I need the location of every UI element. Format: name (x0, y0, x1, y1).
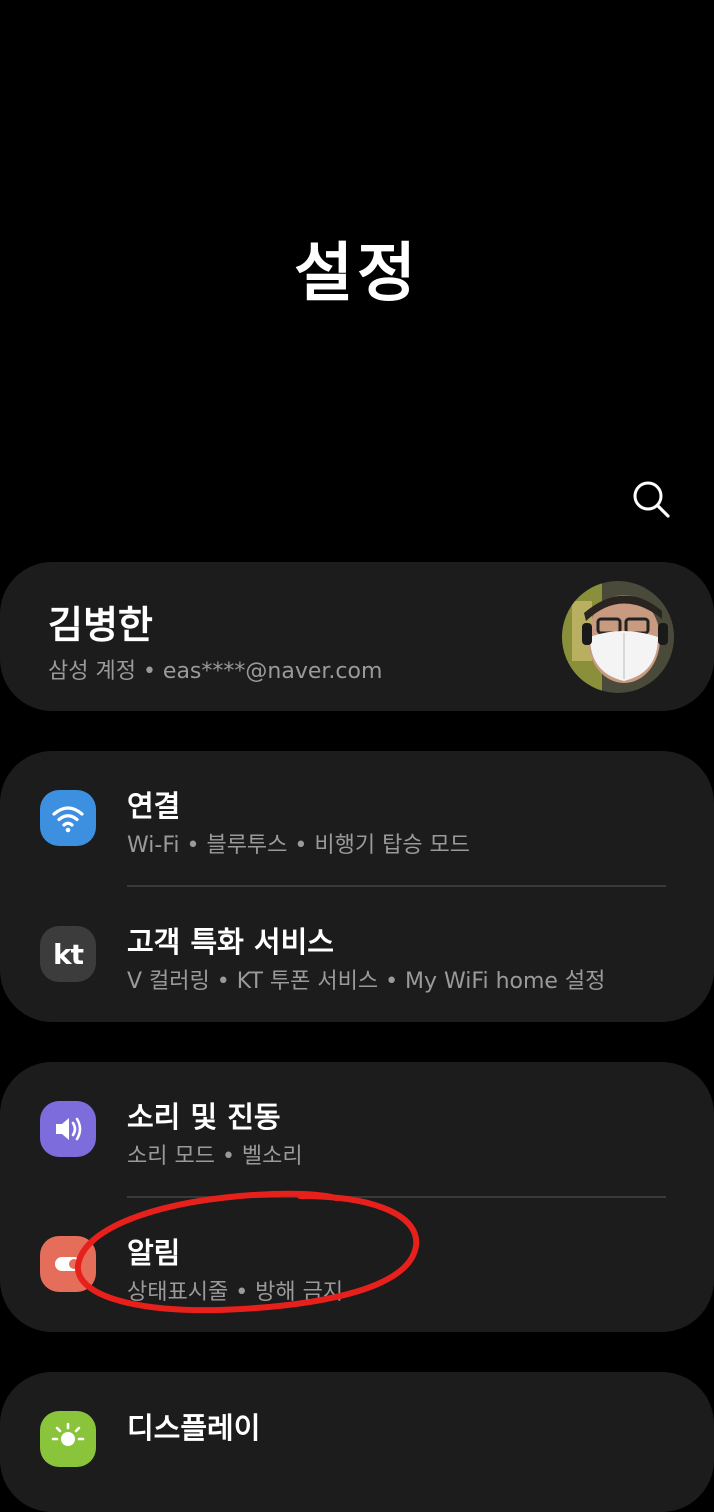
item-subtitle: 소리 모드 • 벨소리 (127, 1144, 303, 1169)
search-button[interactable] (624, 472, 678, 526)
settings-group-connections: 연결 Wi-Fi • 블루투스 • 비행기 탑승 모드 kt 고객 특화 서비스… (0, 751, 714, 1022)
item-title: 소리 및 진동 (127, 1100, 281, 1134)
item-subtitle: 상태표시줄 • 방해 금지 (127, 1280, 344, 1305)
settings-item-customer-services[interactable]: kt 고객 특화 서비스 V 컬러링 • KT 투폰 서비스 • My WiFi… (0, 887, 714, 1021)
settings-item-notifications[interactable]: 알림 상태표시줄 • 방해 금지 (0, 1198, 714, 1332)
display-icon (40, 1411, 96, 1467)
item-title: 디스플레이 (127, 1411, 261, 1445)
item-title: 연결 (127, 789, 181, 823)
wifi-icon (40, 790, 96, 846)
page-title: 설정 (294, 237, 420, 311)
profile-photo (562, 581, 674, 693)
notification-icon (40, 1236, 96, 1292)
settings-group-sound: 소리 및 진동 소리 모드 • 벨소리 알림 상태표시줄 • 방해 금지 (0, 1062, 714, 1332)
settings-item-connections[interactable]: 연결 Wi-Fi • 블루투스 • 비행기 탑승 모드 (0, 751, 714, 885)
avatar[interactable] (562, 581, 674, 693)
item-title: 고객 특화 서비스 (127, 925, 334, 959)
account-subtitle: 삼성 계정 • eas****@naver.com (48, 659, 383, 684)
item-subtitle: V 컬러링 • KT 투폰 서비스 • My WiFi home 설정 (127, 969, 606, 994)
settings-item-sound-vibration[interactable]: 소리 및 진동 소리 모드 • 벨소리 (0, 1062, 714, 1196)
item-title: 알림 (127, 1236, 181, 1270)
item-subtitle: Wi-Fi • 블루투스 • 비행기 탑승 모드 (127, 833, 471, 858)
settings-group-display: 디스플레이 (0, 1372, 714, 1512)
kt-icon: kt (40, 926, 96, 982)
account-card[interactable]: 김병한 삼성 계정 • eas****@naver.com (0, 562, 714, 711)
settings-item-display[interactable]: 디스플레이 (0, 1372, 714, 1506)
account-name: 김병한 (48, 603, 153, 647)
search-icon (633, 481, 670, 518)
sound-icon (40, 1101, 96, 1157)
